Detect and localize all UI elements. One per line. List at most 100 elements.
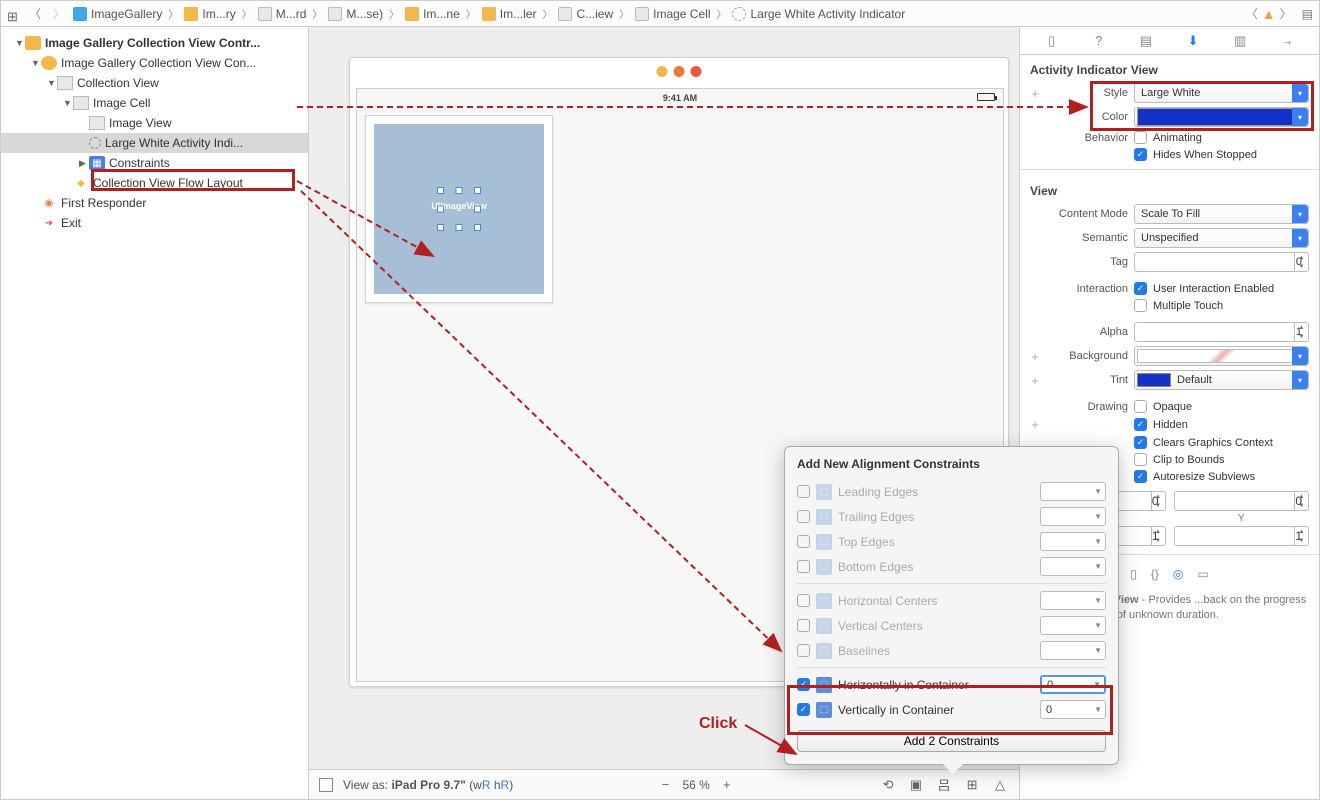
resolve-icon[interactable]: △ xyxy=(991,776,1009,794)
status-time: 9:41 AM xyxy=(663,93,697,103)
animating-checkbox[interactable] xyxy=(1134,131,1147,144)
semantic-select[interactable]: Unspecified▾ xyxy=(1134,228,1309,248)
crumb-5[interactable]: Im...ler xyxy=(482,7,537,21)
update-frames-icon[interactable]: ⟲ xyxy=(879,776,897,794)
device-config-button[interactable] xyxy=(319,778,333,792)
constraints-icon: ▦ xyxy=(89,156,105,170)
crumb-0[interactable]: ImageGallery xyxy=(73,7,162,21)
opaque-checkbox[interactable] xyxy=(1134,400,1147,413)
zoom-level[interactable]: 56 % xyxy=(682,778,709,792)
exit-icon: ➜ xyxy=(41,216,57,230)
crumb-overflow-icon[interactable]: 〈 xyxy=(1246,5,1258,22)
popover-title: Add New Alignment Constraints xyxy=(797,457,1106,471)
uie-checkbox[interactable]: ✓ xyxy=(1134,282,1147,295)
align-icon[interactable]: 吕 xyxy=(935,776,953,794)
autoresize-checkbox[interactable]: ✓ xyxy=(1134,470,1147,483)
hides-checkbox[interactable]: ✓ xyxy=(1134,148,1147,161)
selection-label: UIImageView xyxy=(409,201,509,211)
related-items-icon[interactable]: ⊞ xyxy=(7,9,21,19)
tree-constraints[interactable]: ▶▦Constraints xyxy=(1,153,308,173)
flowlayout-icon: ◆ xyxy=(73,176,89,190)
outline-toggle-icon[interactable]: ▤ xyxy=(1302,7,1313,21)
crumb-6[interactable]: C...iew xyxy=(558,7,613,21)
tab-identity-icon[interactable]: ▤ xyxy=(1137,32,1155,50)
tree-collectionview[interactable]: ▼Collection View xyxy=(1,73,308,93)
row-v-in-container[interactable]: ✓⬚Vertically in Container0▼ xyxy=(797,697,1106,722)
tab-size-icon[interactable]: ▥ xyxy=(1231,32,1249,50)
crumb-1[interactable]: Im...ry xyxy=(184,7,235,21)
tree-flowlayout[interactable]: ◆Collection View Flow Layout xyxy=(1,173,308,193)
add-constraints-button[interactable]: Add 2 Constraints xyxy=(797,730,1106,752)
lib-file-icon[interactable]: ▯ xyxy=(1130,567,1137,581)
nav-forward-icon[interactable]: 〉 xyxy=(49,5,69,22)
hc-checkbox[interactable]: ✓ xyxy=(797,678,810,691)
section-activity: Activity Indicator View xyxy=(1020,55,1319,81)
row-vcenters: ⬚Vertical Centers▼ xyxy=(797,613,1106,638)
view-as-label[interactable]: View as: iPad Pro 9.7" (wR hR) xyxy=(343,778,513,792)
color-select[interactable]: ▾ xyxy=(1134,107,1309,127)
color-swatch xyxy=(1137,108,1306,126)
document-outline[interactable]: ▼Image Gallery Collection View Contr... … xyxy=(1,27,309,799)
alpha-input[interactable]: 1▲▼ xyxy=(1134,322,1309,342)
alignment-popover[interactable]: Add New Alignment Constraints ⬚Leading E… xyxy=(784,446,1119,765)
lib-braces-icon[interactable]: {} xyxy=(1151,567,1159,581)
tree-controller[interactable]: ▼Image Gallery Collection View Con... xyxy=(1,53,308,73)
tab-attributes-icon[interactable]: ⬇ xyxy=(1184,32,1202,50)
hidden-checkbox[interactable]: ✓ xyxy=(1134,418,1147,431)
tree-firstresponder[interactable]: ◉First Responder xyxy=(1,193,308,213)
contentmode-select[interactable]: Scale To Fill▾ xyxy=(1134,204,1309,224)
lib-object-icon[interactable]: ◎ xyxy=(1173,567,1183,581)
scene-dock[interactable] xyxy=(657,66,702,77)
tree-imagecell[interactable]: ▼Image Cell xyxy=(1,93,308,113)
zoom-in-button[interactable]: + xyxy=(718,776,736,794)
clears-checkbox[interactable]: ✓ xyxy=(1134,436,1147,449)
vc-checkbox[interactable]: ✓ xyxy=(797,703,810,716)
tab-help-icon[interactable]: ? xyxy=(1090,32,1108,50)
vc-value[interactable]: 0▼ xyxy=(1040,700,1106,719)
crumb-3[interactable]: M...se) xyxy=(328,7,383,21)
h-input[interactable]: 1▲▼ xyxy=(1174,526,1310,546)
crumb-2[interactable]: M...rd xyxy=(258,7,307,21)
clip-checkbox[interactable] xyxy=(1134,453,1147,466)
lib-media-icon[interactable]: ▭ xyxy=(1197,567,1208,581)
tree-activity-indicator[interactable]: Large White Activity Indi... xyxy=(1,133,308,153)
row-bottom: ⬚Bottom Edges▼ xyxy=(797,554,1106,579)
nav-back-icon[interactable]: 〈 xyxy=(25,5,45,22)
firstresponder-icon: ◉ xyxy=(41,196,57,210)
image-cell[interactable]: UIImageView xyxy=(365,115,553,303)
warning-icon[interactable]: ▲ xyxy=(1262,6,1276,22)
tree-imageview[interactable]: Image View xyxy=(1,113,308,133)
multitouch-checkbox[interactable] xyxy=(1134,299,1147,312)
crumb-4[interactable]: Im...ne xyxy=(405,7,460,21)
activity-indicator-selection[interactable]: UIImageView xyxy=(437,187,481,231)
hc-value[interactable]: 0▼ xyxy=(1040,675,1106,694)
zoom-out-button[interactable]: − xyxy=(656,776,674,794)
tint-select[interactable]: Default▾ xyxy=(1134,370,1309,390)
tab-file-icon[interactable]: ▯ xyxy=(1043,32,1061,50)
y-input[interactable]: 0▲▼ xyxy=(1174,491,1310,511)
tree-exit[interactable]: ➜Exit xyxy=(1,213,308,233)
section-view: View xyxy=(1020,176,1319,202)
background-select[interactable]: ▾ xyxy=(1134,346,1309,366)
inspector-tabs[interactable]: ▯ ? ▤ ⬇ ▥ → xyxy=(1020,27,1319,55)
battery-icon xyxy=(977,93,995,101)
style-select[interactable]: Large White▾ xyxy=(1134,83,1309,103)
jump-bar[interactable]: ⊞ 〈 〉 ImageGallery〉 Im...ry〉 M...rd〉 M..… xyxy=(1,1,1319,27)
row-hcenters: ⬚Horizontal Centers▼ xyxy=(797,588,1106,613)
dock-exit-icon[interactable] xyxy=(691,66,702,77)
status-bar: 9:41 AM xyxy=(357,89,1003,107)
dock-controller-icon[interactable] xyxy=(657,66,668,77)
tag-input[interactable]: 0▲▼ xyxy=(1134,252,1309,272)
dock-firstresponder-icon[interactable] xyxy=(674,66,685,77)
pin-icon[interactable]: ⊞ xyxy=(963,776,981,794)
crumb-7[interactable]: Image Cell xyxy=(635,7,710,21)
annotation-click-label: Click xyxy=(699,715,737,733)
tree-scene[interactable]: ▼Image Gallery Collection View Contr... xyxy=(1,33,308,53)
crumb-8[interactable]: Large White Activity Indicator xyxy=(732,7,905,21)
row-top: ⬚Top Edges▼ xyxy=(797,529,1106,554)
spinner-icon xyxy=(89,137,101,149)
row-h-in-container[interactable]: ✓⬚Horizontally in Container0▼ xyxy=(797,672,1106,697)
tab-connections-icon[interactable]: → xyxy=(1278,32,1296,50)
image-view[interactable]: UIImageView xyxy=(374,124,544,294)
embed-in-icon[interactable]: ▣ xyxy=(907,776,925,794)
